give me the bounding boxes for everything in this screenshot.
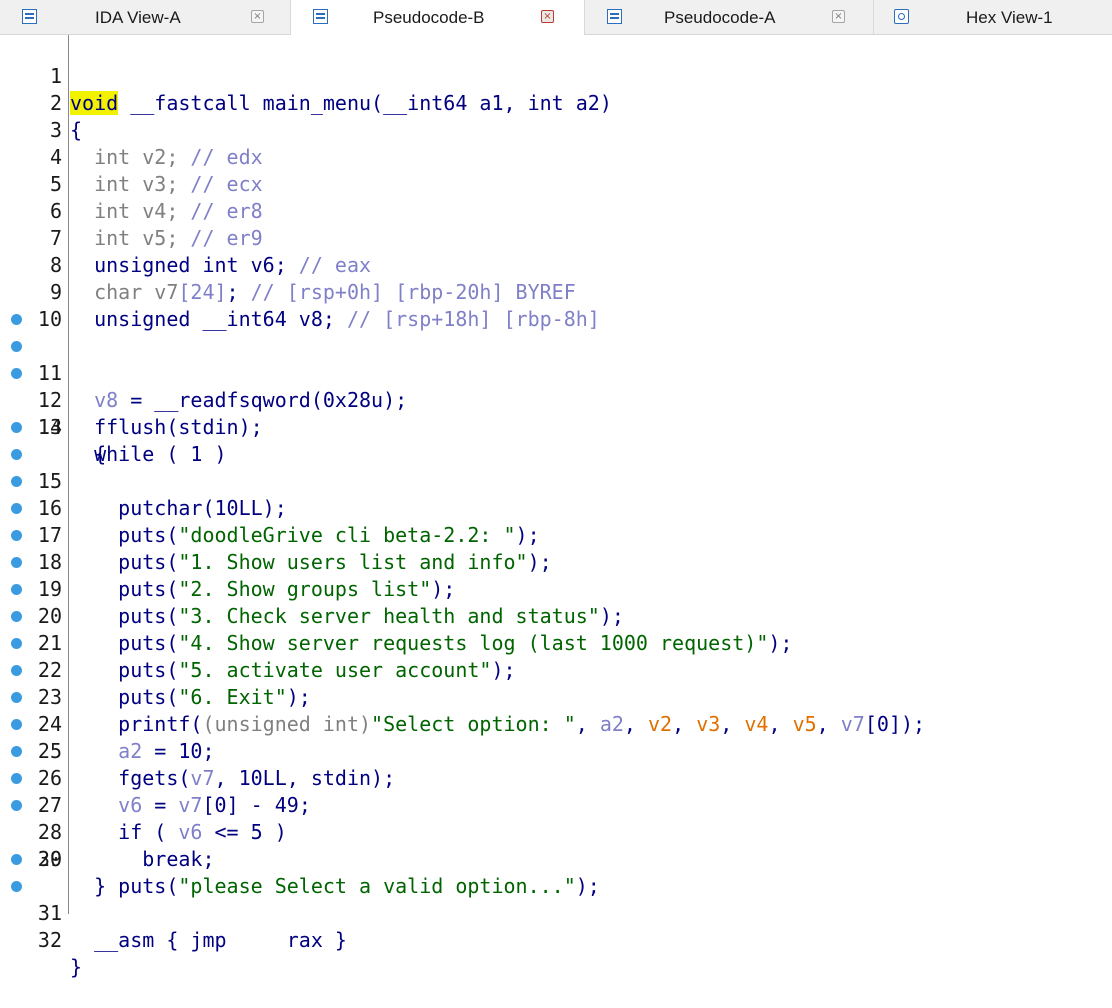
code-line[interactable]: 21 puts("5. activate user account");: [0, 576, 1112, 682]
breakpoint-dot-icon[interactable]: [11, 314, 22, 325]
tab-ida-view-a[interactable]: IDA View-A ×: [0, 0, 291, 34]
tab-bar: IDA View-A × Pseudocode-B × Pseudocode-A…: [0, 0, 1112, 35]
code-line[interactable]: 30 }: [0, 819, 1112, 898]
breakpoint-dot-icon[interactable]: [11, 557, 22, 568]
code-line[interactable]: 28 break;: [0, 765, 1112, 871]
text-view-icon: [607, 9, 622, 24]
code-line[interactable]: 23 printf((unsigned int)"Select option: …: [0, 630, 1112, 736]
close-icon[interactable]: ×: [832, 10, 845, 23]
tab-label: Hex View-1: [966, 8, 1053, 27]
text-view-icon: [22, 9, 37, 24]
code-line[interactable]: 16 puts("doodleGrive cli beta-2.2: ");: [0, 441, 1112, 547]
code-line[interactable]: 20 puts("4. Show server requests log (la…: [0, 549, 1112, 655]
breakpoint-dot-icon[interactable]: [11, 638, 22, 649]
code-line[interactable]: 1 void __fastcall main_menu(__int64 a1, …: [0, 36, 1112, 115]
code-line[interactable]: 15 putchar(10LL);: [0, 414, 1112, 520]
code-line[interactable]: 31 __asm { jmp rax }: [0, 846, 1112, 952]
code-line[interactable]: 24 a2 = 10;: [0, 657, 1112, 763]
text-view-icon: [313, 9, 328, 24]
breakpoint-dot-icon[interactable]: [11, 503, 22, 514]
code-line[interactable]: 9 unsigned __int64 v8; // [rsp+18h] [rbp…: [0, 252, 1112, 331]
code-line[interactable]: 12 fflush(stdin);: [0, 333, 1112, 439]
breakpoint-dot-icon[interactable]: [11, 881, 22, 892]
breakpoint-dot-icon[interactable]: [11, 692, 22, 703]
code-line[interactable]: 19 puts("3. Check server health and stat…: [0, 522, 1112, 628]
line-number: 32: [37, 928, 62, 952]
breakpoint-dot-icon[interactable]: [11, 476, 22, 487]
tab-label: Pseudocode-A: [664, 8, 776, 27]
breakpoint-dot-icon[interactable]: [11, 368, 22, 379]
code-line[interactable]: 7 unsigned int v6; // eax: [0, 198, 1112, 277]
tab-pseudocode-a[interactable]: Pseudocode-A ×: [585, 0, 874, 34]
breakpoint-dot-icon[interactable]: [11, 746, 22, 757]
code-line[interactable]: 3 int v2; // edx: [0, 90, 1112, 169]
code-line[interactable]: 11 v8 = __readfsqword(0x28u);: [0, 306, 1112, 412]
breakpoint-dot-icon[interactable]: [11, 773, 22, 784]
code-line[interactable]: 22 puts("6. Exit");: [0, 603, 1112, 709]
breakpoint-dot-icon[interactable]: [11, 341, 22, 352]
breakpoint-dot-icon[interactable]: [11, 611, 22, 622]
tab-hex-view-1[interactable]: Hex View-1: [874, 0, 1112, 34]
code-line[interactable]: 27 if ( v6 <= 5 ): [0, 738, 1112, 844]
tab-label: Pseudocode-B: [373, 8, 485, 27]
code-line[interactable]: 8 char v7[24]; // [rsp+0h] [rbp-20h] BYR…: [0, 225, 1112, 304]
breakpoint-dot-icon[interactable]: [11, 530, 22, 541]
breakpoint-dot-icon[interactable]: [11, 449, 22, 460]
code-line[interactable]: 13 while ( 1 ): [0, 360, 1112, 466]
close-icon[interactable]: ×: [541, 10, 554, 23]
code-text: }: [70, 955, 83, 979]
breakpoint-dot-icon[interactable]: [11, 665, 22, 676]
hex-view-icon: [894, 9, 909, 24]
breakpoint-dot-icon[interactable]: [11, 719, 22, 730]
code-line[interactable]: 17 puts("1. Show users list and info");: [0, 468, 1112, 574]
code-line[interactable]: 5 int v4; // er8: [0, 144, 1112, 223]
breakpoint-dot-icon[interactable]: [11, 422, 22, 433]
breakpoint-dot-icon[interactable]: [11, 800, 22, 811]
pseudocode-view[interactable]: 1 void __fastcall main_menu(__int64 a1, …: [0, 35, 1112, 979]
code-line[interactable]: 10: [0, 279, 1112, 331]
code-line[interactable]: 25 fgets(v7, 10LL, stdin);: [0, 684, 1112, 790]
tab-pseudocode-b[interactable]: Pseudocode-B ×: [291, 0, 585, 35]
code-line[interactable]: 26 v6 = v7[0] - 49;: [0, 711, 1112, 817]
code-line[interactable]: 32 }: [0, 873, 1112, 979]
breakpoint-dot-icon[interactable]: [11, 584, 22, 595]
tab-label: IDA View-A: [95, 8, 181, 27]
close-icon[interactable]: ×: [251, 10, 264, 23]
code-line[interactable]: 29 puts("please Select a valid option...…: [0, 792, 1112, 898]
code-line[interactable]: 2 {: [0, 63, 1112, 142]
code-line[interactable]: 14 {: [0, 387, 1112, 466]
code-line[interactable]: 18 puts("2. Show groups list");: [0, 495, 1112, 601]
code-text: __asm { jmp rax }: [70, 928, 347, 952]
code-line[interactable]: 4 int v3; // ecx: [0, 117, 1112, 196]
breakpoint-dot-icon[interactable]: [11, 854, 22, 865]
code-line[interactable]: 6 int v5; // er9: [0, 171, 1112, 250]
